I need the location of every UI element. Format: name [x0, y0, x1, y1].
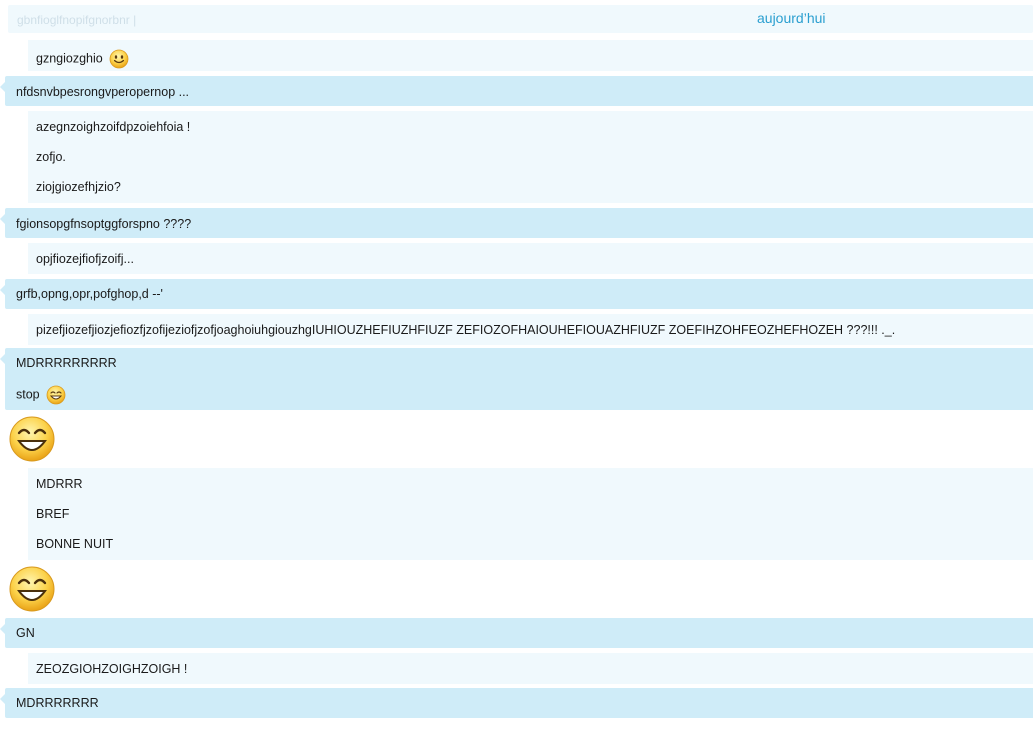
message-text: MDRRRRRRR [16, 696, 99, 710]
message-text: BREF [36, 507, 70, 521]
laugh-emoticon-icon [9, 416, 55, 462]
message-text: fgionsopgfnsoptggforspno ???? [16, 217, 192, 231]
incoming-message-group: opjfiozejfiofjzoifj... [28, 243, 1033, 274]
chat-preview-row: gbnfioglfnopifgnorbnr | [8, 5, 1033, 33]
message-text: BONNE NUIT [36, 537, 114, 551]
message-text: azegnzoighzoifdpzoiehfoia ! [36, 120, 191, 134]
message-text: nfdsnvbpesrongvperopernop ... [16, 85, 190, 99]
outgoing-message-group: grfb,opng,opr,pofghop,d --' [0, 279, 1033, 309]
message-line: stop [16, 385, 66, 405]
incoming-message-group: ZEOZGIOHZOIGHZOIGH ! [28, 653, 1033, 684]
message-text: ziojgiozefhjzio? [36, 180, 121, 194]
laugh-emoticon-icon [46, 385, 66, 405]
outgoing-message-group: MDRRRRRRR [0, 688, 1033, 718]
message-text: gzngiozghio [36, 51, 103, 66]
incoming-message-group: azegnzoighzoifdpzoiehfoia ! zofjo. ziojg… [28, 111, 1033, 203]
incoming-message-group: gzngiozghio [28, 40, 1033, 71]
message-text: opjfiozejfiofjzoifj... [36, 252, 134, 266]
message-line: gzngiozghio [36, 49, 129, 69]
message-text: MDRRR [36, 477, 83, 491]
chat-history[interactable]: gbnfioglfnopifgnorbnr | aujourd’hui gzng… [0, 0, 1033, 732]
smile-emoticon-icon [109, 49, 129, 69]
outgoing-message-group: nfdsnvbpesrongvperopernop ... [0, 76, 1033, 106]
outgoing-message-group: MDRRRRRRRRR stop [0, 348, 1033, 410]
message-text: zofjo. [36, 150, 66, 164]
message-text: MDRRRRRRRRR [16, 356, 117, 370]
message-text: grfb,opng,opr,pofghop,d --' [16, 287, 163, 301]
message-preview: gbnfioglfnopifgnorbnr | [17, 13, 137, 27]
outgoing-message-group: fgionsopgfnsoptggforspno ???? [0, 208, 1033, 238]
message-text: GN [16, 626, 35, 640]
date-separator: aujourd’hui [757, 10, 826, 26]
incoming-message-group: pizefjiozefjiozjefiozfjzofijeziofjzofjoa… [28, 314, 1033, 345]
message-text: ZEOZGIOHZOIGHZOIGH ! [36, 662, 188, 676]
message-text: stop [16, 387, 40, 402]
outgoing-message-group: GN [0, 618, 1033, 648]
message-text: pizefjiozefjiozjefiozfjzofijeziofjzofjoa… [36, 323, 896, 337]
incoming-message-group: MDRRR BREF BONNE NUIT [28, 468, 1033, 560]
laugh-emoticon-icon [9, 566, 55, 612]
